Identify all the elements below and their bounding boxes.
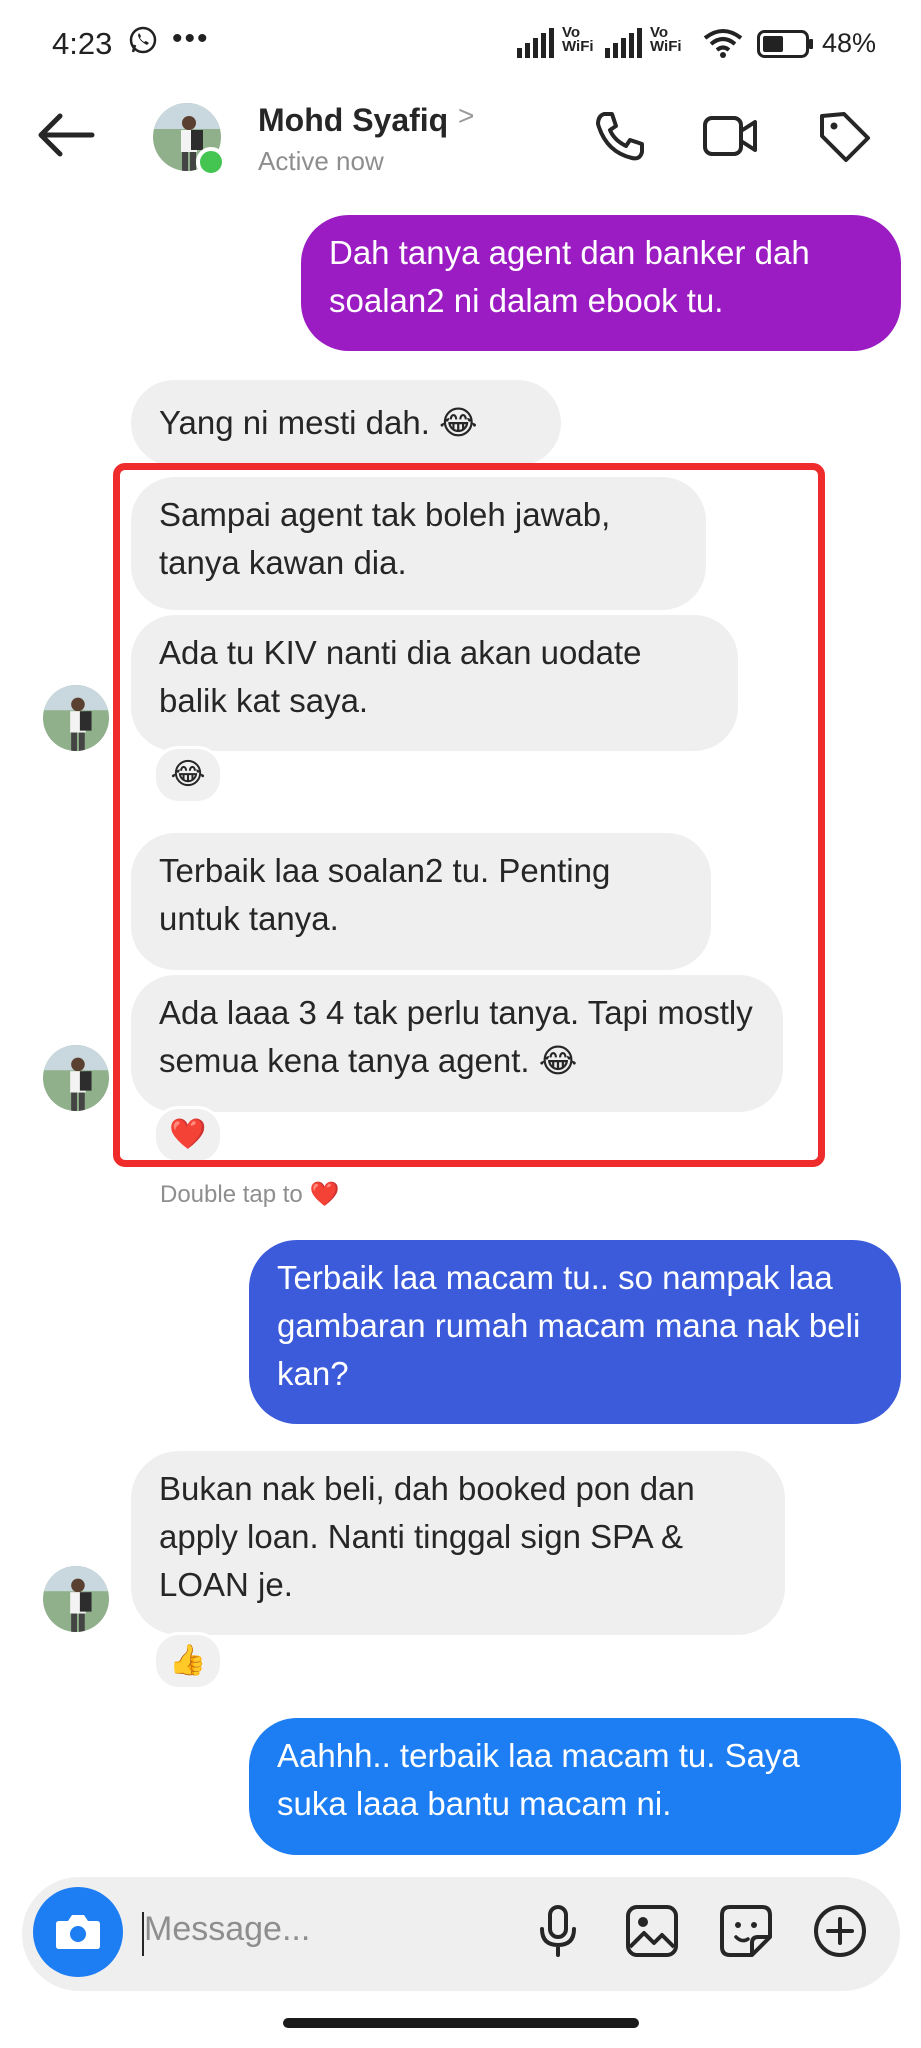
chevron-right-icon[interactable]: > [458,100,474,132]
whatsapp-icon [129,26,157,54]
wifi-icon [703,29,743,58]
volte-label: Vo WiFi [650,24,682,55]
battery-icon [757,30,813,58]
reaction-badge[interactable]: 👍 [153,1632,223,1690]
active-status: Active now [258,146,384,176]
message-bubble-incoming[interactable]: Bukan nak beli, dah booked pon dan apply… [131,1451,785,1635]
signal-icon [605,28,642,58]
sender-avatar[interactable] [43,1566,109,1632]
plus-circle-icon[interactable] [810,1901,870,1961]
status-bar: 4:23 ••• Vo WiFi Vo WiFi 48% [0,0,921,90]
tag-icon[interactable] [816,108,872,164]
more-dots-icon: ••• [172,22,210,55]
camera-button[interactable] [33,1887,123,1977]
sender-avatar[interactable] [43,1045,109,1111]
phone-icon[interactable] [592,108,648,164]
microphone-icon[interactable] [528,1901,588,1961]
double-tap-hint: Double tap to ❤️ [160,1181,340,1208]
message-bubble-outgoing[interactable]: Aahhh.. terbaik laa macam tu. Saya suka … [249,1718,901,1855]
gallery-icon[interactable] [622,1901,682,1961]
contact-name[interactable]: Mohd Syafiq [258,102,448,139]
sender-avatar[interactable] [43,685,109,751]
volte-label: Vo WiFi [562,24,594,55]
message-bubble-outgoing[interactable]: Dah tanya agent dan banker dah soalan2 n… [301,215,901,351]
back-arrow-icon[interactable] [36,110,96,160]
signal-icon [517,28,554,58]
message-bubble-outgoing[interactable]: Terbaik laa macam tu.. so nampak laa gam… [249,1240,901,1424]
highlight-box [113,463,825,1167]
battery-percent: 48% [822,28,877,58]
home-indicator[interactable] [283,2018,639,2028]
message-bubble-incoming[interactable]: Yang ni mesti dah. 😂 [131,380,561,466]
video-icon[interactable] [702,108,758,164]
online-indicator [196,147,226,177]
sticker-icon[interactable] [716,1901,776,1961]
camera-icon [56,1915,100,1949]
status-time: 4:23 [52,26,113,61]
message-input[interactable]: Message... [144,1910,310,1949]
